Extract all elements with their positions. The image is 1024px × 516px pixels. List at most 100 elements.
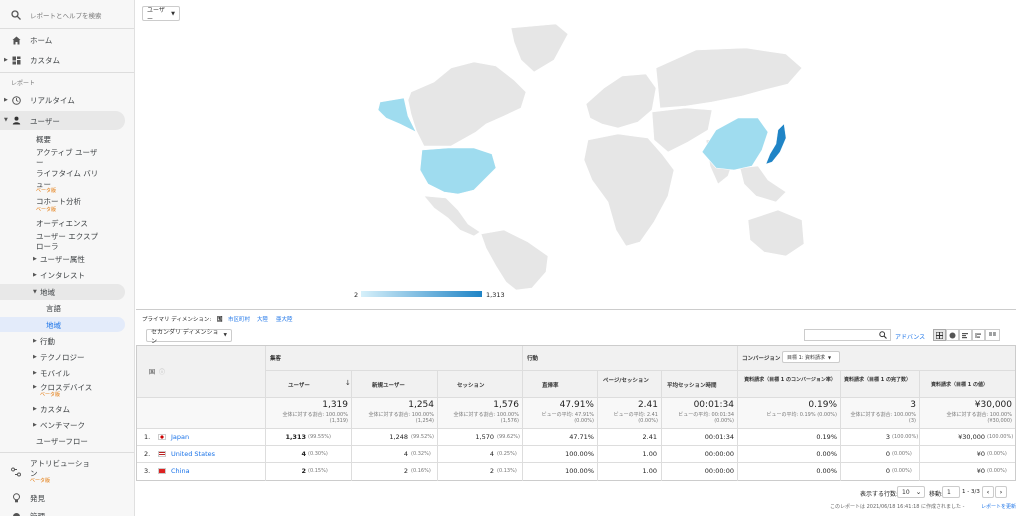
next-page-button[interactable]: › [995, 486, 1007, 498]
col-users[interactable]: ユーザー [288, 381, 310, 389]
bounce-value: 100.00% [565, 467, 594, 475]
search-icon [11, 10, 21, 20]
new-users-percent: (99.52%) [411, 434, 434, 440]
nav-realtime-label: リアルタイム [30, 95, 75, 105]
nav-interests[interactable]: インタレスト [40, 270, 85, 281]
rows-per-page-select[interactable]: 10 ⌄ [897, 486, 925, 498]
nav-language[interactable]: 言語 [46, 303, 61, 314]
pps-value: 1.00 [642, 467, 657, 475]
total-value: 1,576 [493, 400, 519, 410]
total-subtext: ビューの平均: 47.91% [541, 412, 594, 418]
nav-technology[interactable]: テクノロジー [40, 352, 85, 363]
new-users-percent: (0.16%) [411, 468, 431, 474]
col-bounce-rate[interactable]: 直帰率 [542, 381, 559, 389]
table-search-input[interactable] [804, 329, 891, 341]
report-timestamp: このレポートは 2021/06/18 16:41:18 に作成されました - [830, 504, 965, 510]
secondary-dimension-button[interactable]: セカンダリ ディメンション ▼ [146, 329, 232, 345]
nav-home[interactable]: ホーム [0, 34, 134, 46]
pivot-view-icon[interactable]: ⅢⅢ [985, 329, 1000, 341]
goal-select[interactable]: 目標 1: 資料請求 ▼ [782, 351, 840, 363]
dimension-subcontinent[interactable]: 亜大陸 [276, 315, 293, 323]
region-australia [747, 209, 805, 257]
caret-right-icon: ▶ [4, 57, 8, 63]
col-goal1-conv-rate[interactable]: 資料請求（目標 1 のコンバージョン率） [744, 376, 836, 384]
col-sessions[interactable]: セッション [457, 381, 485, 389]
country-link[interactable]: United States [171, 450, 215, 458]
nav-admin[interactable]: 管理 [30, 511, 45, 516]
comparison-view-icon[interactable] [972, 329, 985, 341]
main-content: ユーザー ▼ 2 1,313 プライマリ ディメンション: 国 市区町村 大陸 … [136, 0, 1024, 516]
nav-realtime[interactable]: ▶ リアルタイム [0, 94, 134, 106]
new-users-value: 2 [403, 467, 408, 475]
search-box[interactable]: レポートとヘルプを検索 [0, 8, 134, 22]
region-africa [583, 133, 675, 247]
metric-select[interactable]: ユーザー ▼ [142, 6, 180, 23]
nav-active-users-cont: ー [36, 158, 44, 167]
dimension-continent[interactable]: 大陸 [257, 315, 268, 323]
nav-geo[interactable] [0, 284, 125, 300]
nav-behavior[interactable]: 行動 [40, 336, 55, 347]
completions-percent: (0.00%) [892, 451, 912, 457]
caret-right-icon: ▶ [33, 338, 37, 344]
flag-icon-jp [158, 434, 166, 440]
group-acquisition: 集客 [270, 356, 282, 362]
dimension-city[interactable]: 市区町村 [228, 315, 250, 323]
row-number: 1. [144, 433, 151, 441]
col-new-users[interactable]: 新規ユーザー [372, 381, 405, 389]
sessions-percent: (0.25%) [497, 451, 517, 457]
nav-active-users[interactable]: アクティブ ユーザ [36, 147, 97, 158]
goal-value-percent: (100.00%) [987, 434, 1014, 440]
prev-page-button[interactable]: ‹ [982, 486, 994, 498]
nav-mobile[interactable]: モバイル [40, 368, 70, 379]
nav-benchmark[interactable]: ベンチマーク [40, 420, 85, 431]
advanced-link[interactable]: アドバンス [895, 332, 925, 341]
col-avg-session-duration[interactable]: 平均セッション時間 [667, 381, 717, 389]
nav-location-active[interactable] [0, 317, 125, 332]
users-percent: (99.55%) [308, 434, 331, 440]
region-europe [585, 73, 657, 129]
nav-home-label: ホーム [30, 35, 53, 45]
col-goal1-value[interactable]: 資料請求（目標 1 の値） [931, 381, 988, 388]
pps-value: 2.41 [642, 433, 657, 441]
users-percent: (0.15%) [308, 468, 328, 474]
country-link[interactable]: Japan [171, 433, 189, 441]
beta-badge: ベータ版 [40, 392, 61, 398]
sort-desc-icon[interactable]: ↓ [345, 379, 351, 387]
nav-users-custom[interactable]: カスタム [40, 404, 70, 415]
world-map[interactable] [356, 20, 806, 290]
refresh-report-link[interactable]: レポートを更新 [981, 503, 1016, 510]
goal-select-value: 目標 1: 資料請求 [787, 354, 826, 361]
row-number: 2. [144, 450, 151, 458]
total-subtext: (0.00%) [574, 418, 594, 424]
chevron-down-icon: ⌄ [915, 488, 922, 496]
conv-rate-value: 0.00% [816, 467, 837, 475]
nav-user-explorer-cont: ローラ [36, 242, 59, 251]
col-goal1-completions[interactable]: 資料請求（目標 1 の完了数） [844, 376, 918, 384]
table-view-icon[interactable] [933, 329, 946, 341]
performance-view-icon[interactable] [959, 329, 972, 341]
total-value: 3 [910, 400, 916, 410]
col-pages-per-session[interactable]: ページ/セッション [603, 376, 649, 384]
gear-icon [11, 511, 21, 516]
pie-view-icon[interactable] [946, 329, 959, 341]
goto-input[interactable]: 1 [942, 486, 960, 498]
nav-attribution[interactable]: アトリビューショ [30, 458, 90, 469]
col-country[interactable]: 国 [149, 367, 155, 376]
duration-value: 00:01:34 [704, 433, 734, 441]
nav-user-flow[interactable]: ユーザーフロー [36, 436, 88, 447]
nav-overview[interactable]: 概要 [36, 134, 51, 145]
caret-right-icon: ▶ [33, 272, 37, 278]
total-subtext: ビューの平均: 2.41 [613, 412, 658, 418]
nav-discover[interactable]: 発見 [30, 493, 45, 504]
completions-percent: (100.00%) [892, 434, 919, 440]
total-subtext: (0.00%) [714, 418, 734, 424]
nav-demographics[interactable]: ユーザー属性 [40, 254, 85, 265]
total-subtext: 全体に対する割合: 100.00% [946, 412, 1012, 418]
nav-custom[interactable]: ▶ カスタム [0, 54, 134, 66]
nav-lifetime-value[interactable]: ライフタイム バリ [36, 168, 98, 179]
nav-audience[interactable]: オーディエンス [36, 218, 88, 229]
bounce-value: 100.00% [565, 450, 594, 458]
dimension-country[interactable]: 国 [217, 315, 223, 323]
country-link[interactable]: China [171, 467, 190, 475]
legend-gradient [361, 291, 482, 297]
